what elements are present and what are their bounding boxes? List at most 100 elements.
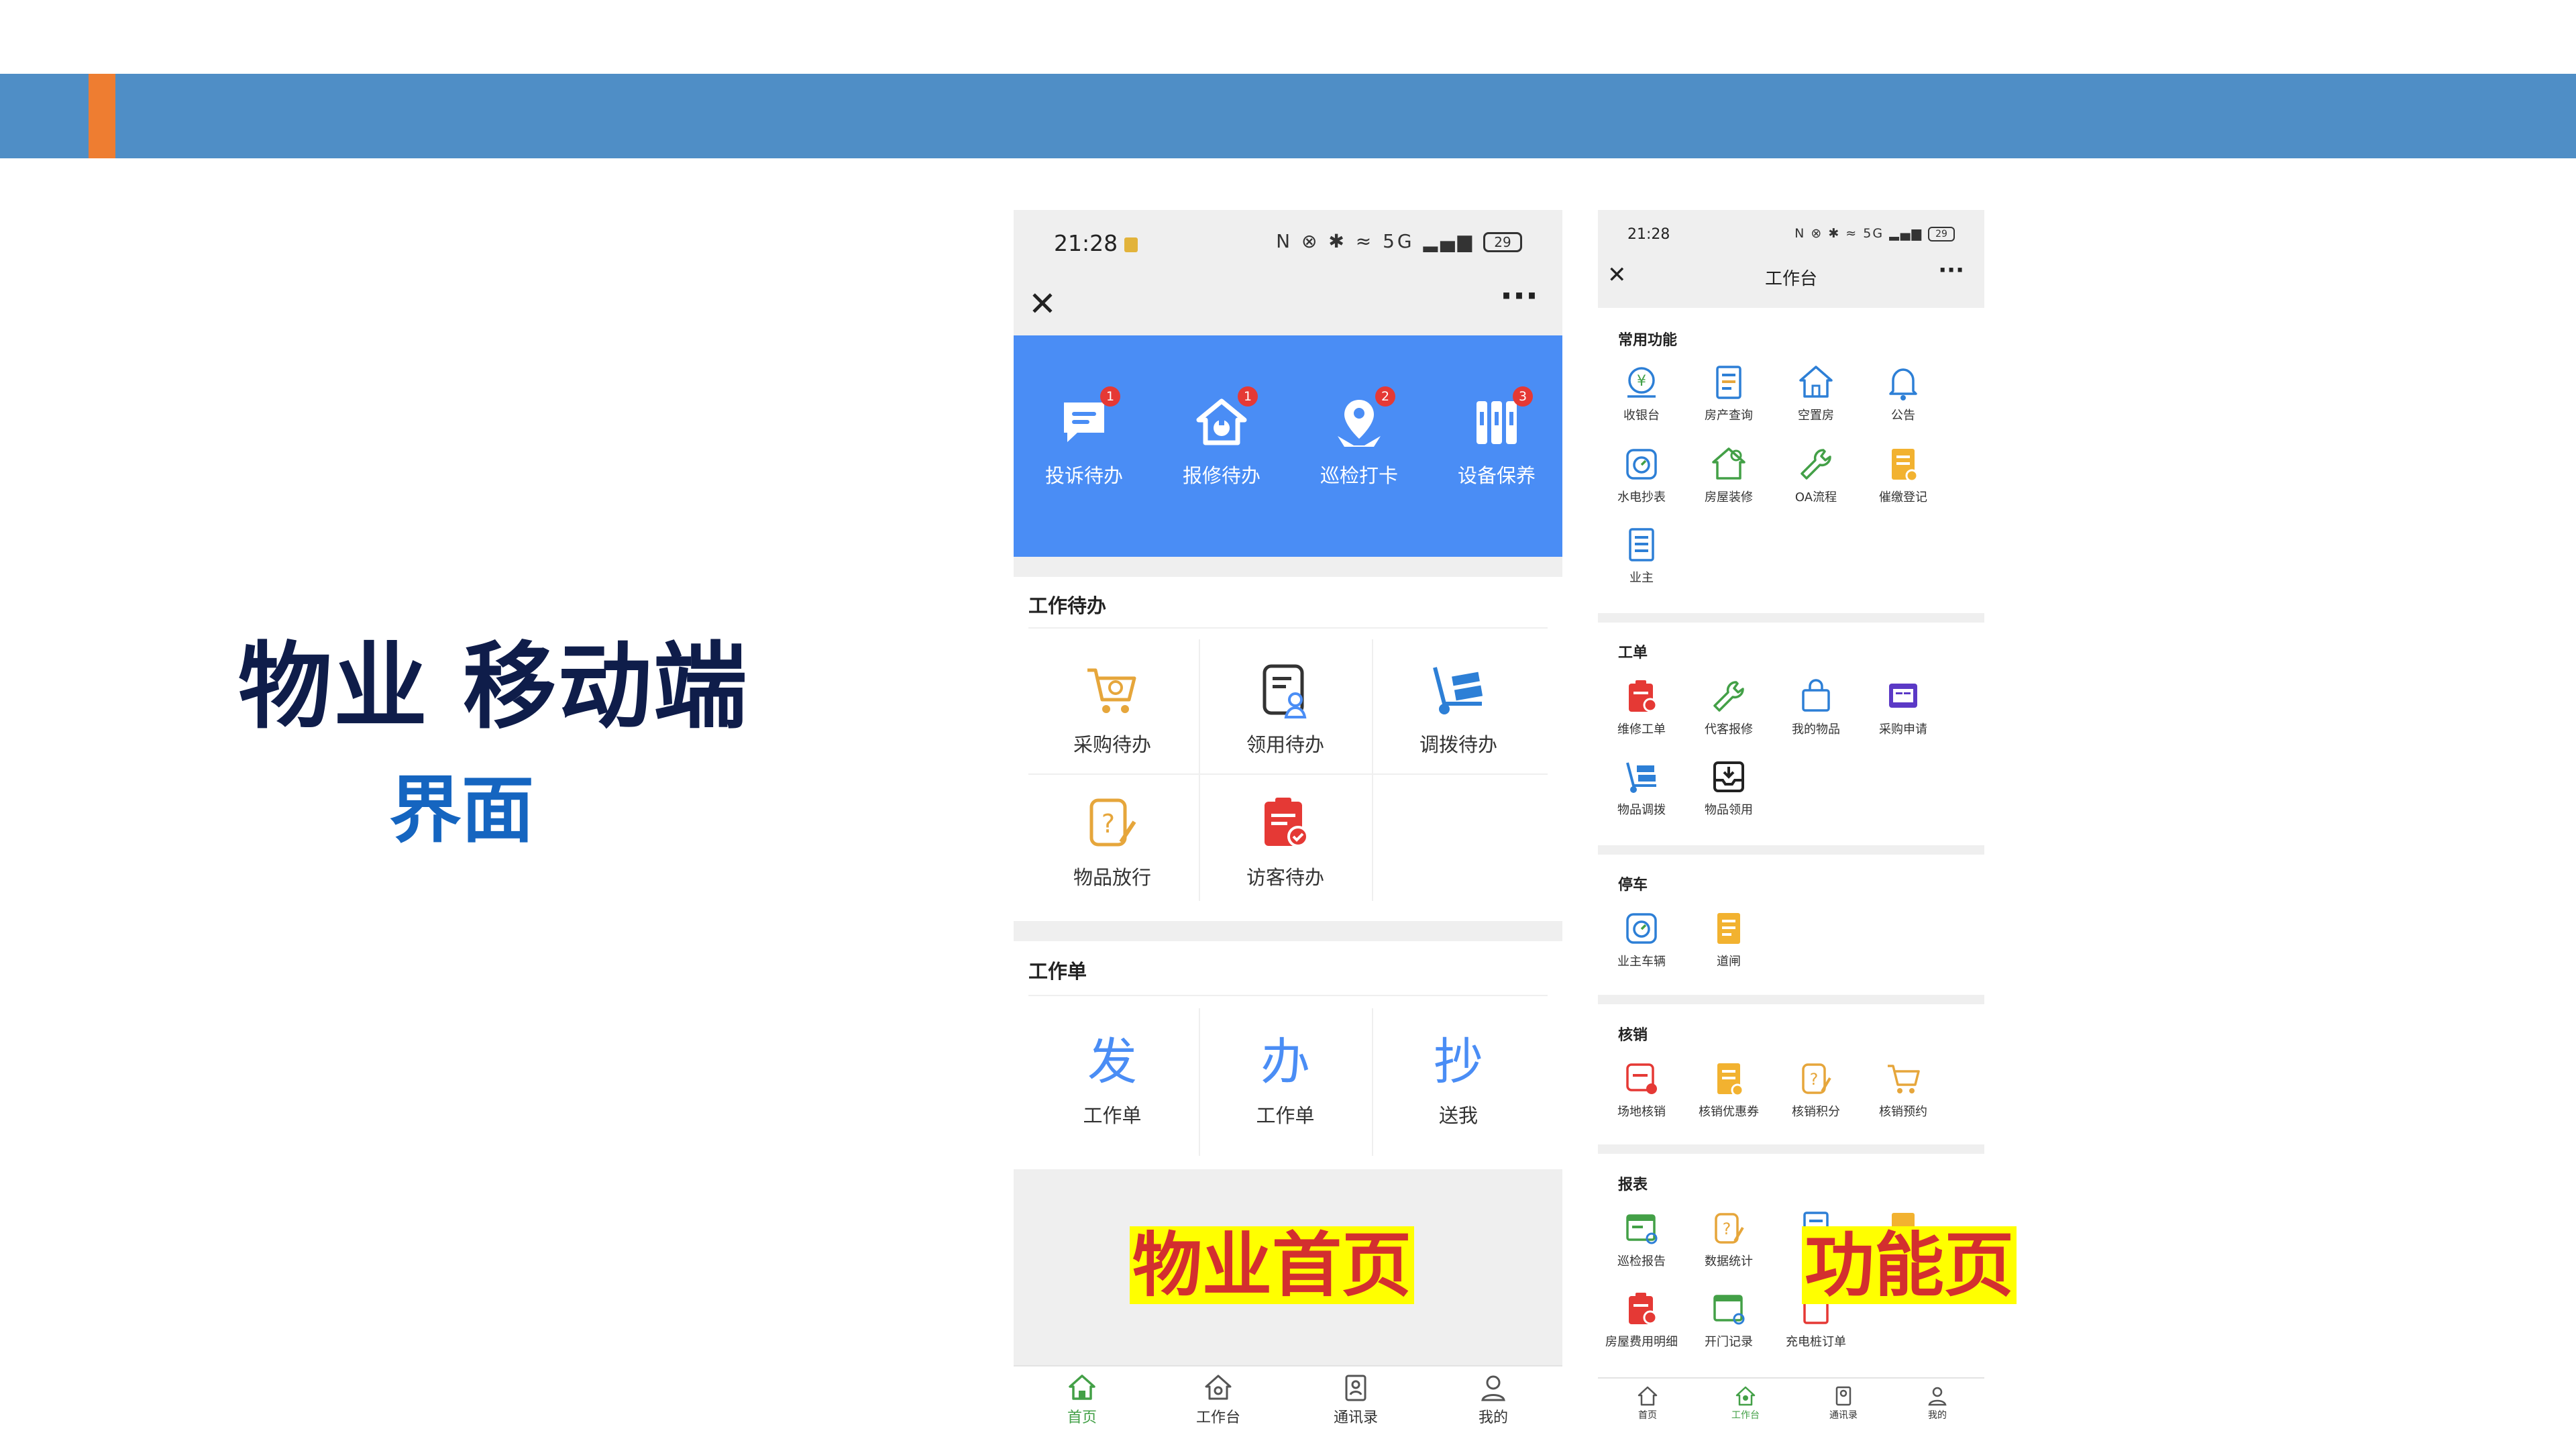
order-issue[interactable]: 发 工作单	[1026, 1032, 1199, 1128]
message-icon: 1	[1057, 386, 1120, 449]
grid-item-barrier-gate[interactable]: 道闸	[1685, 909, 1772, 969]
gauge-icon	[1622, 445, 1661, 484]
document-icon	[1709, 363, 1748, 402]
pass-question-icon: ?	[1709, 1209, 1748, 1248]
house-leaf-icon	[1709, 445, 1748, 484]
tab-mine[interactable]: 我的	[1453, 1373, 1534, 1427]
home-icon	[1637, 1385, 1658, 1407]
owner-doc-icon	[1622, 525, 1661, 564]
tab-bar: 首页 工作台 通讯录 我的	[1014, 1365, 1562, 1431]
grid-item-proxy-repair[interactable]: 代客报修	[1685, 677, 1772, 737]
grid-item-patrol-report[interactable]: 巡检报告	[1598, 1209, 1685, 1269]
todo-section-title: 工作待办	[1028, 594, 1107, 617]
grid-item-statistics[interactable]: ? 数据统计	[1685, 1209, 1772, 1269]
grid-item-points-verify[interactable]: ? 核销积分	[1772, 1059, 1860, 1120]
tab-contacts[interactable]: 通讯录	[1316, 1373, 1396, 1427]
badge: 3	[1513, 386, 1533, 407]
repair-home-icon: 1	[1195, 386, 1258, 449]
grid-item-oa[interactable]: OA流程	[1772, 445, 1860, 505]
bag-icon	[1796, 677, 1835, 716]
note-icon	[1709, 909, 1748, 948]
workbench-icon	[1735, 1385, 1756, 1407]
wrench-icon	[1709, 677, 1748, 716]
todo-release[interactable]: ? 物品放行	[1026, 794, 1199, 890]
todo-requisition[interactable]: 领用待办	[1199, 661, 1372, 757]
svg-text:?: ?	[1723, 1220, 1731, 1238]
user-icon	[1927, 1385, 1948, 1407]
download-icon	[1124, 237, 1138, 252]
grid-item-meter[interactable]: 水电抄表	[1598, 445, 1685, 505]
badge: 1	[1238, 386, 1258, 407]
status-bar: 21:28 N ⊗ ✱ ≈ 5G ▂▄▆ 29	[1014, 210, 1562, 280]
venue-icon	[1622, 1059, 1661, 1098]
equipment-icon: 3	[1470, 386, 1533, 449]
grid-item-repair-order[interactable]: 维修工单	[1598, 677, 1685, 737]
grid-item-renovation[interactable]: 房屋装修	[1685, 445, 1772, 505]
grid-item-notice[interactable]: 公告	[1860, 363, 1947, 423]
tab-bar: 首页 工作台 通讯录 我的	[1598, 1377, 1984, 1431]
tab-home[interactable]: 首页	[1614, 1385, 1681, 1421]
cart-icon	[1082, 661, 1142, 721]
grid-item-vacant[interactable]: 空置房	[1772, 363, 1860, 423]
grid-item-cashier[interactable]: ¥ 收银台	[1598, 363, 1685, 423]
grid-item-owner-vehicles[interactable]: 业主车辆	[1598, 909, 1685, 969]
svg-text:?: ?	[1102, 809, 1115, 839]
close-icon[interactable]: ✕	[1028, 287, 1057, 321]
nav-title: 工作台	[1764, 269, 1817, 289]
grid-item-purchase-request[interactable]: 采购申请	[1860, 677, 1947, 737]
quick-action-repair[interactable]: 1 报修待办	[1171, 386, 1272, 488]
todo-purchase[interactable]: 采购待办	[1026, 661, 1199, 757]
quick-action-maintenance[interactable]: 3 设备保养	[1446, 386, 1547, 488]
battery-icon: 29	[1928, 226, 1955, 241]
cart-screen-icon	[1884, 677, 1923, 716]
inbox-icon	[1709, 757, 1748, 796]
house-icon	[1796, 363, 1835, 402]
grid-item-dunning[interactable]: 催缴登记	[1860, 445, 1947, 505]
document-user-icon	[1255, 661, 1316, 721]
todo-transfer[interactable]: 调拨待办	[1372, 661, 1545, 757]
pass-question-icon: ?	[1082, 794, 1142, 854]
status-time: 21:28	[1627, 226, 1670, 243]
status-icons: N ⊗ ✱ ≈ 5G ▂▄▆ 29	[1276, 230, 1522, 252]
badge: 2	[1375, 386, 1395, 407]
home-page-label: 物业首页	[1130, 1226, 1415, 1304]
todo-visitor[interactable]: 访客待办	[1199, 794, 1372, 890]
report-icon	[1709, 1289, 1748, 1328]
report-icon	[1622, 1209, 1661, 1248]
grid-item-requisition[interactable]: 物品领用	[1685, 757, 1772, 818]
grid-item-transfer[interactable]: 物品调拨	[1598, 757, 1685, 818]
order-handle[interactable]: 办 工作单	[1199, 1032, 1372, 1128]
tab-workbench[interactable]: 工作台	[1712, 1385, 1779, 1421]
battery-icon: 29	[1483, 232, 1522, 252]
grid-item-coupon-verify[interactable]: 核销优惠券	[1685, 1059, 1772, 1120]
more-icon[interactable]: ···	[1500, 279, 1538, 313]
cart-icon	[1884, 1059, 1923, 1098]
contacts-icon	[1341, 1373, 1371, 1403]
grid-item-venue-verify[interactable]: 场地核销	[1598, 1059, 1685, 1120]
more-icon[interactable]: ···	[1938, 257, 1964, 284]
tab-mine[interactable]: 我的	[1904, 1385, 1971, 1421]
order-cc[interactable]: 抄 送我	[1372, 1032, 1545, 1128]
grid-item-my-items[interactable]: 我的物品	[1772, 677, 1860, 737]
section-title: 报表	[1618, 1177, 1648, 1193]
grid-item-fee-detail[interactable]: 房屋费用明细	[1598, 1289, 1685, 1350]
header-bar	[0, 74, 2576, 158]
slide-title: 物业 移动端	[238, 633, 749, 742]
grid-item-property-query[interactable]: 房产查询	[1685, 363, 1772, 423]
svg-text:¥: ¥	[1637, 373, 1646, 390]
quick-action-patrol[interactable]: 2 巡检打卡	[1309, 386, 1409, 488]
cashier-icon: ¥	[1622, 363, 1661, 402]
grid-item-booking-verify[interactable]: 核销预约	[1860, 1059, 1947, 1120]
divider	[1014, 557, 1562, 577]
header-accent	[89, 74, 115, 158]
gauge-icon	[1622, 909, 1661, 948]
tab-home[interactable]: 首页	[1042, 1373, 1122, 1427]
tab-contacts[interactable]: 通讯录	[1810, 1385, 1877, 1421]
grid-item-owner[interactable]: 业主	[1598, 525, 1685, 586]
grid-item-door-log[interactable]: 开门记录	[1685, 1289, 1772, 1350]
contacts-icon	[1833, 1385, 1854, 1407]
quick-action-complaint[interactable]: 1 投诉待办	[1034, 386, 1134, 488]
divider	[1598, 845, 1984, 855]
section-title: 核销	[1618, 1027, 1648, 1044]
tab-workbench[interactable]: 工作台	[1178, 1373, 1258, 1427]
